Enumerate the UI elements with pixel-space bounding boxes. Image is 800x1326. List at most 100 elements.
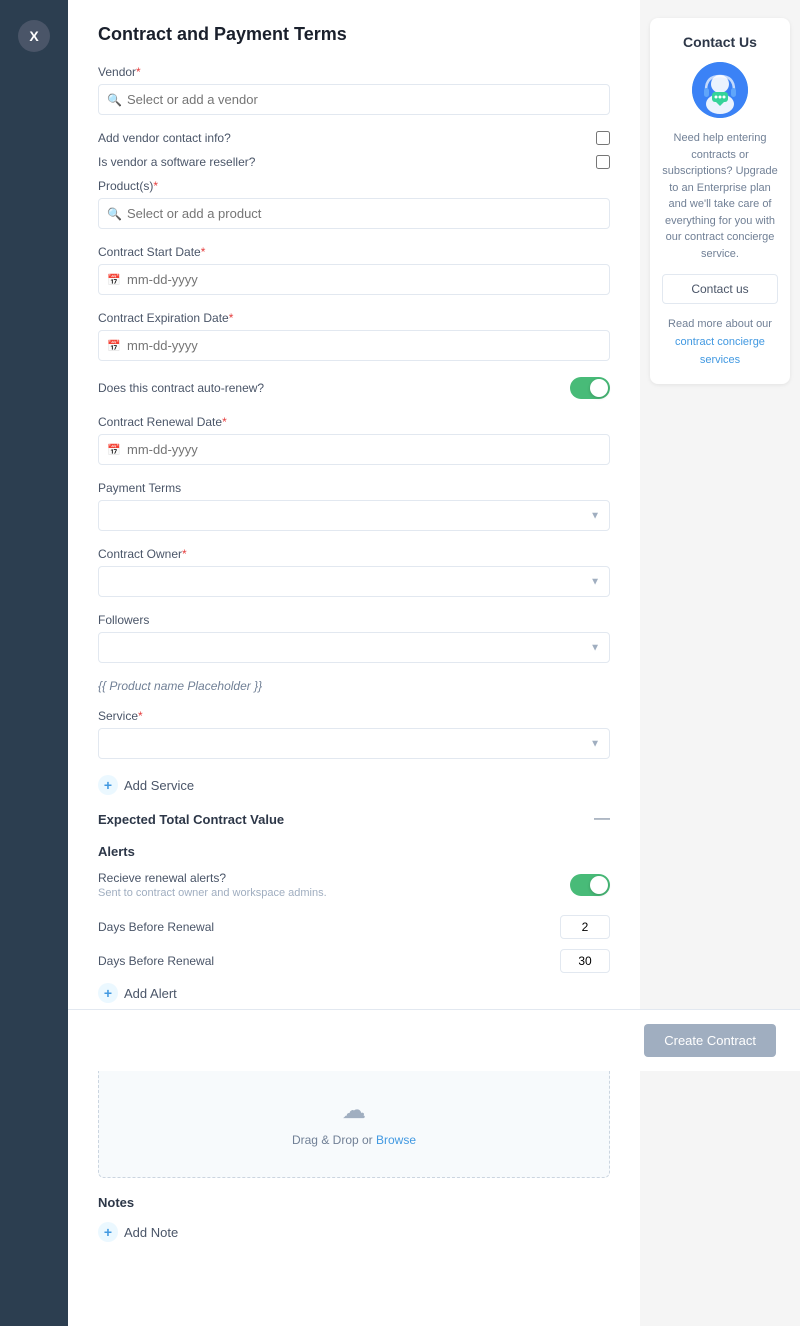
receive-alerts-row: Recieve renewal alerts? Sent to contract… [98, 871, 610, 899]
notes-title: Notes [98, 1195, 134, 1210]
service-select-wrap: ▼ [98, 728, 610, 759]
days-before-1-label: Days Before Renewal [98, 920, 214, 934]
days-before-2-label: Days Before Renewal [98, 954, 214, 968]
add-alert-icon: + [98, 983, 118, 1003]
calendar-icon-start: 📅 [107, 273, 121, 286]
contract-start-group: Contract Start Date* 📅 [98, 245, 610, 295]
add-service-label: Add Service [124, 778, 194, 793]
right-panel: Contact Us Need help entering contracts … [640, 0, 800, 1326]
add-service-row: + Add Service [98, 775, 610, 795]
add-service-icon: + [98, 775, 118, 795]
alerts-title: Alerts [98, 844, 135, 859]
contract-expiration-label: Contract Expiration Date* [98, 311, 610, 325]
create-contract-button[interactable]: Create Contract [644, 1024, 776, 1057]
payment-terms-label: Payment Terms [98, 481, 610, 495]
payment-terms-select[interactable] [98, 500, 610, 531]
vendor-group: Vendor* 🔍 [98, 65, 610, 115]
contract-start-label: Contract Start Date* [98, 245, 610, 259]
followers-group: Followers ▼ [98, 613, 610, 663]
vendor-label: Vendor* [98, 65, 610, 79]
payment-terms-group: Payment Terms ▼ [98, 481, 610, 531]
contact-description: Need help entering contracts or subscrip… [662, 130, 778, 262]
vendor-input[interactable] [98, 84, 610, 115]
products-group: Product(s)* 🔍 [98, 179, 610, 229]
service-label: Service* [98, 709, 610, 723]
alerts-section: Alerts Recieve renewal alerts? Sent to c… [98, 843, 610, 1003]
sidebar: X [0, 0, 68, 1326]
days-before-2-row: Days Before Renewal [98, 949, 610, 973]
notes-section: Notes + Add Note [98, 1194, 610, 1242]
service-group: Service* ▼ [98, 709, 610, 759]
days-before-1-input[interactable] [560, 915, 610, 939]
page-title: Contract and Payment Terms [98, 24, 610, 45]
contract-owner-select-wrap: ▼ [98, 566, 610, 597]
contract-expiration-input[interactable] [98, 330, 610, 361]
product-search-icon: 🔍 [107, 207, 122, 221]
followers-select[interactable] [98, 632, 610, 663]
read-more-text: Read more about our [668, 318, 772, 330]
products-input[interactable] [98, 198, 610, 229]
days-before-1-row: Days Before Renewal [98, 915, 610, 939]
browse-link[interactable]: Browse [376, 1133, 416, 1147]
renewal-date-group: Contract Renewal Date* 📅 [98, 415, 610, 465]
days-before-2-input[interactable] [560, 949, 610, 973]
add-note-button[interactable]: + Add Note [98, 1222, 178, 1242]
product-placeholder-text: {{ Product name Placeholder }} [98, 679, 610, 693]
contract-expiration-group: Contract Expiration Date* 📅 [98, 311, 610, 361]
contract-owner-select[interactable] [98, 566, 610, 597]
vendor-input-wrap: 🔍 [98, 84, 610, 115]
contact-read-more: Read more about our contract concierge s… [662, 314, 778, 368]
close-button[interactable]: X [18, 20, 50, 52]
receive-alerts-toggle-knob [590, 876, 608, 894]
is-reseller-label: Is vendor a software reseller? [98, 155, 255, 169]
products-label: Product(s)* [98, 179, 610, 193]
product-placeholder-group: {{ Product name Placeholder }} [98, 679, 610, 693]
add-vendor-contact-row: Add vendor contact info? [98, 131, 610, 145]
receive-alerts-toggle[interactable] [570, 874, 610, 896]
add-vendor-contact-label: Add vendor contact info? [98, 131, 231, 145]
service-select[interactable] [98, 728, 610, 759]
add-alert-row: + Add Alert [98, 983, 610, 1003]
contract-owner-group: Contract Owner* ▼ [98, 547, 610, 597]
payment-terms-select-wrap: ▼ [98, 500, 610, 531]
is-reseller-checkbox[interactable] [596, 155, 610, 169]
contact-us-title: Contact Us [662, 34, 778, 50]
renewal-date-input[interactable] [98, 434, 610, 465]
is-reseller-row: Is vendor a software reseller? [98, 155, 610, 169]
calendar-icon-expiration: 📅 [107, 339, 121, 352]
contact-card: Contact Us Need help entering contracts … [650, 18, 790, 384]
contract-start-wrap: 📅 [98, 264, 610, 295]
collapse-expected-total-button[interactable]: — [594, 811, 610, 827]
upload-text: Drag & Drop or Browse [119, 1133, 589, 1147]
auto-renew-toggle[interactable] [570, 377, 610, 399]
auto-renew-row: Does this contract auto-renew? [98, 377, 610, 399]
expected-total-title: Expected Total Contract Value [98, 812, 284, 827]
products-input-wrap: 🔍 [98, 198, 610, 229]
search-icon: 🔍 [107, 93, 122, 107]
alerts-sub-text: Sent to contract owner and workspace adm… [98, 887, 327, 899]
contract-start-input[interactable] [98, 264, 610, 295]
add-service-button[interactable]: + Add Service [98, 775, 194, 795]
receive-alerts-text: Recieve renewal alerts? Sent to contract… [98, 871, 327, 899]
calendar-icon-renewal: 📅 [107, 443, 121, 456]
contact-us-button[interactable]: Contact us [662, 274, 778, 304]
upload-area[interactable]: ☁ Drag & Drop or Browse [98, 1065, 610, 1178]
add-note-label: Add Note [124, 1225, 178, 1240]
contact-avatar-icon [692, 62, 748, 118]
add-vendor-contact-checkbox[interactable] [596, 131, 610, 145]
contract-expiration-wrap: 📅 [98, 330, 610, 361]
expected-total-header: Expected Total Contract Value — [98, 811, 610, 827]
upload-icon: ☁ [119, 1096, 589, 1125]
add-note-row: + Add Note [98, 1222, 610, 1242]
followers-select-wrap: ▼ [98, 632, 610, 663]
contact-avatar [692, 62, 748, 118]
add-alert-label: Add Alert [124, 986, 177, 1001]
renewal-date-wrap: 📅 [98, 434, 610, 465]
auto-renew-label: Does this contract auto-renew? [98, 381, 264, 395]
add-alert-button[interactable]: + Add Alert [98, 983, 177, 1003]
contract-concierge-link[interactable]: contract concierge services [675, 336, 765, 366]
contract-owner-label: Contract Owner* [98, 547, 610, 561]
main-form-area: Contract and Payment Terms Vendor* 🔍 Add… [68, 0, 640, 1326]
footer-bar: Create Contract [68, 1009, 800, 1071]
add-note-icon: + [98, 1222, 118, 1242]
